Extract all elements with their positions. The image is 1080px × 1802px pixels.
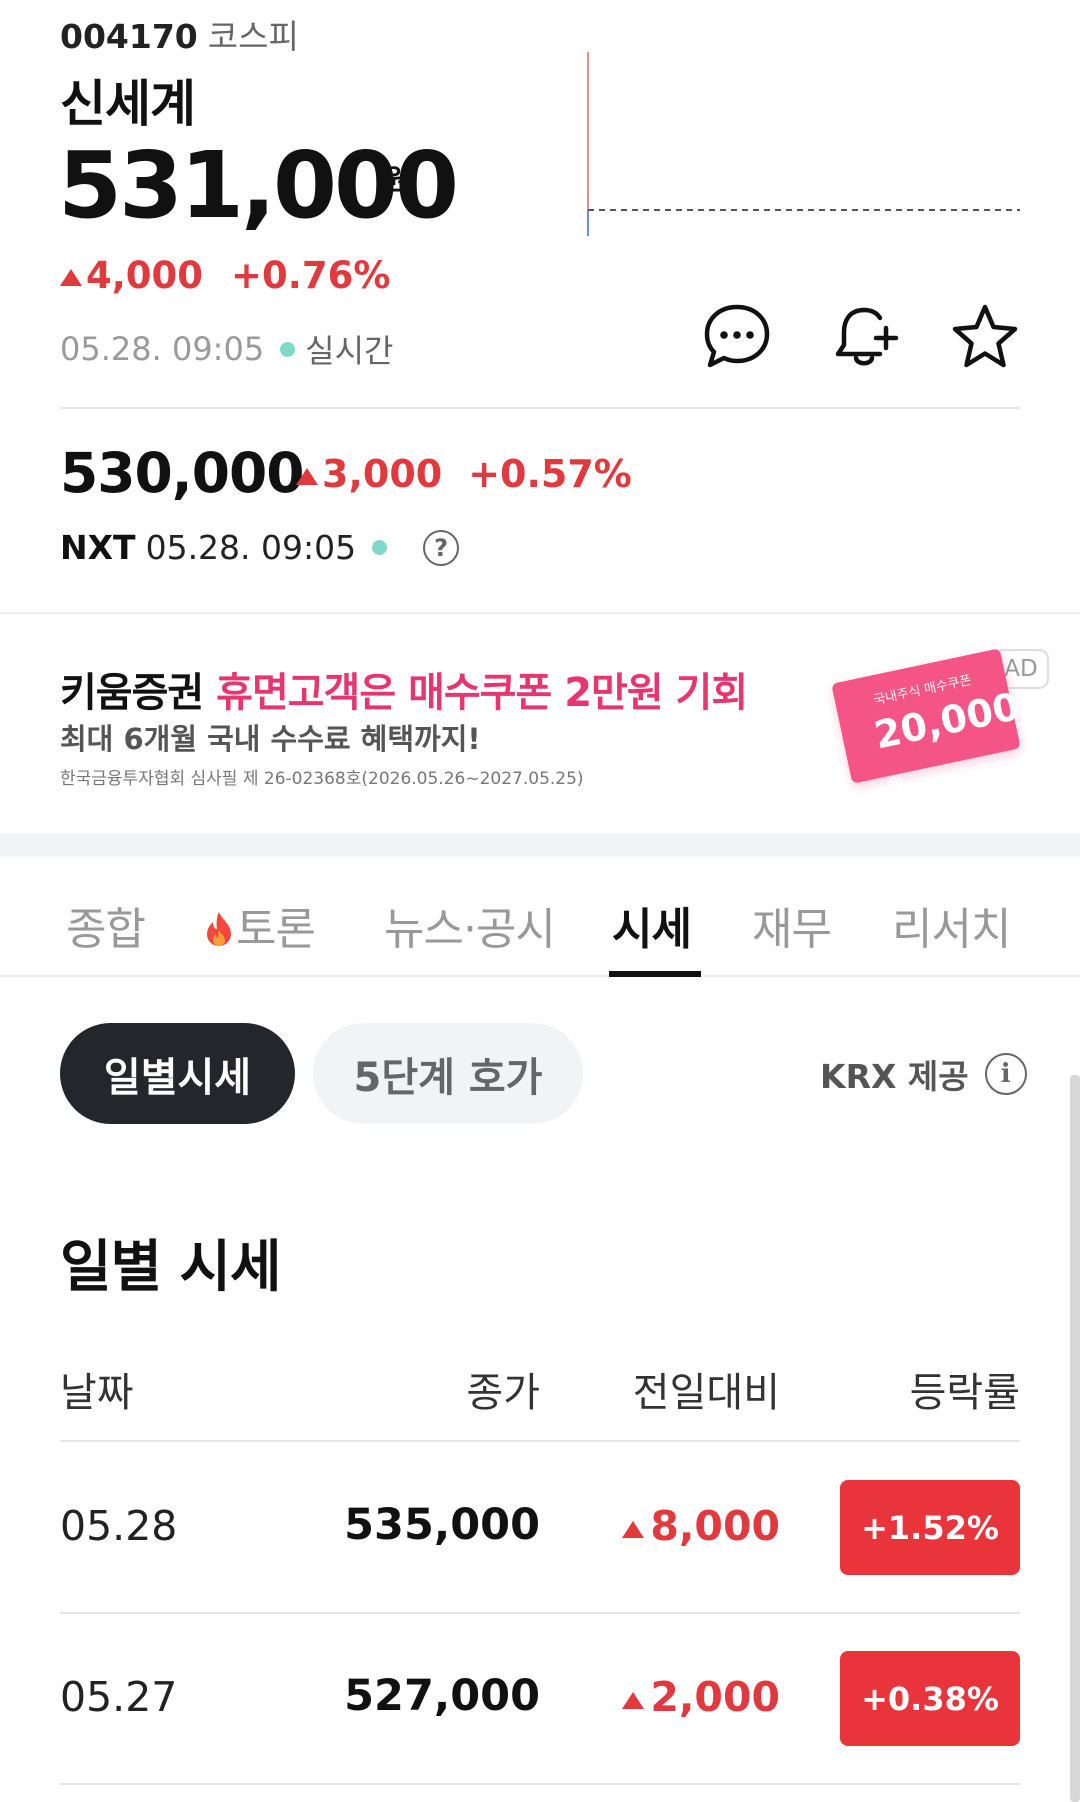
- nxt-label: NXT: [60, 528, 136, 567]
- info-icon[interactable]: i: [984, 1053, 1027, 1095]
- nxt-change-rate: +0.57%: [468, 452, 632, 496]
- up-triangle-icon: [622, 1520, 645, 1538]
- section-title: 일별 시세: [60, 1235, 282, 1300]
- tab-discussion-label: 토론: [236, 904, 316, 955]
- row-change: 8,000: [60, 1502, 780, 1550]
- nxt-change-amount: 3,000: [322, 452, 443, 496]
- favorite-button[interactable]: [946, 298, 1024, 376]
- change-amount-wrap: 4,000: [60, 254, 203, 297]
- row-rate-badge: +0.38%: [840, 1651, 1020, 1746]
- scrollbar[interactable]: [1070, 1075, 1080, 1802]
- nxt-time: 05.28. 09:05: [145, 528, 357, 567]
- row-change-value: 8,000: [650, 1502, 780, 1550]
- nxt-time-line: NXT 05.28. 09:05 ?: [60, 528, 460, 567]
- tab-financials[interactable]: 재무: [752, 893, 832, 957]
- price-change: 4,000 +0.76%: [60, 254, 390, 297]
- divider: [60, 407, 1020, 409]
- section-separator: [0, 833, 1080, 857]
- tab-bar: 종합 토론 뉴스·공시 시세 재무 리서치: [0, 857, 1080, 977]
- nxt-price: 530,000: [60, 441, 305, 505]
- orderbook-button[interactable]: 5단계 호가: [313, 1023, 583, 1124]
- stock-code-line: 004170 코스피: [60, 10, 299, 58]
- ad-promo: 휴면고객은 매수쿠폰 2만원 기회: [216, 670, 748, 716]
- daily-quotes-button[interactable]: 일별시세: [60, 1023, 295, 1124]
- flame-icon: [207, 912, 231, 946]
- tab-quotes[interactable]: 시세: [612, 893, 692, 957]
- bell-plus-icon: [835, 307, 899, 366]
- price-alert-button[interactable]: [826, 298, 904, 376]
- coupon-unit: 원: [886, 773, 906, 796]
- ad-title: 키움증권 휴면고객은 매수쿠폰 2만원 기회: [60, 660, 748, 718]
- stock-code: 004170: [60, 17, 198, 56]
- chat-icon: [704, 304, 770, 368]
- row-divider: [60, 1612, 1020, 1614]
- discussion-button[interactable]: [698, 298, 776, 376]
- update-time: 05.28. 09:05 실시간: [60, 326, 394, 372]
- data-provider: KRX 제공 i: [820, 1050, 1027, 1098]
- market-label: 코스피: [207, 17, 299, 56]
- change-rate: +0.76%: [231, 254, 391, 297]
- table-header-divider: [60, 1440, 1020, 1442]
- up-triangle-icon: [622, 1691, 645, 1709]
- time-value: 05.28. 09:05: [60, 330, 265, 368]
- ad-brand: 키움증권: [60, 670, 204, 716]
- star-icon: [952, 304, 1018, 368]
- provider-label: KRX 제공: [820, 1057, 969, 1096]
- up-triangle-icon: [296, 468, 318, 485]
- row-change-value: 2,000: [650, 1673, 780, 1721]
- stock-name: 신세계: [60, 75, 196, 133]
- row-divider: [60, 1783, 1020, 1785]
- active-tab-indicator: [609, 971, 701, 977]
- price-unit: 원: [384, 163, 410, 196]
- tab-research[interactable]: 리서치: [892, 893, 1011, 957]
- realtime-label: 실시간: [305, 332, 394, 370]
- nxt-change-amount-wrap: 3,000: [296, 452, 442, 496]
- row-rate-badge: +1.52%: [840, 1480, 1020, 1575]
- realtime-dot-icon: [280, 341, 296, 357]
- tab-discussion[interactable]: 토론: [204, 893, 316, 957]
- tab-news[interactable]: 뉴스·공시: [384, 893, 556, 957]
- column-header-rate: 등락률: [909, 1370, 1020, 1416]
- tab-summary[interactable]: 종합: [66, 893, 146, 957]
- realtime-dot-icon: [372, 540, 388, 555]
- nxt-change: 3,000 +0.57%: [296, 452, 632, 496]
- ad-legal-notice: 한국금융투자협회 심사필 제 26-02368호(2026.05.26~2027…: [60, 769, 584, 789]
- row-change: 2,000: [60, 1673, 780, 1721]
- intraday-chart[interactable]: [580, 50, 1020, 240]
- ad-subtitle: 최대 6개월 국내 수수료 혜택까지!: [60, 722, 481, 756]
- up-triangle-icon: [60, 269, 82, 286]
- change-amount: 4,000: [86, 254, 204, 297]
- help-icon[interactable]: ?: [423, 529, 460, 566]
